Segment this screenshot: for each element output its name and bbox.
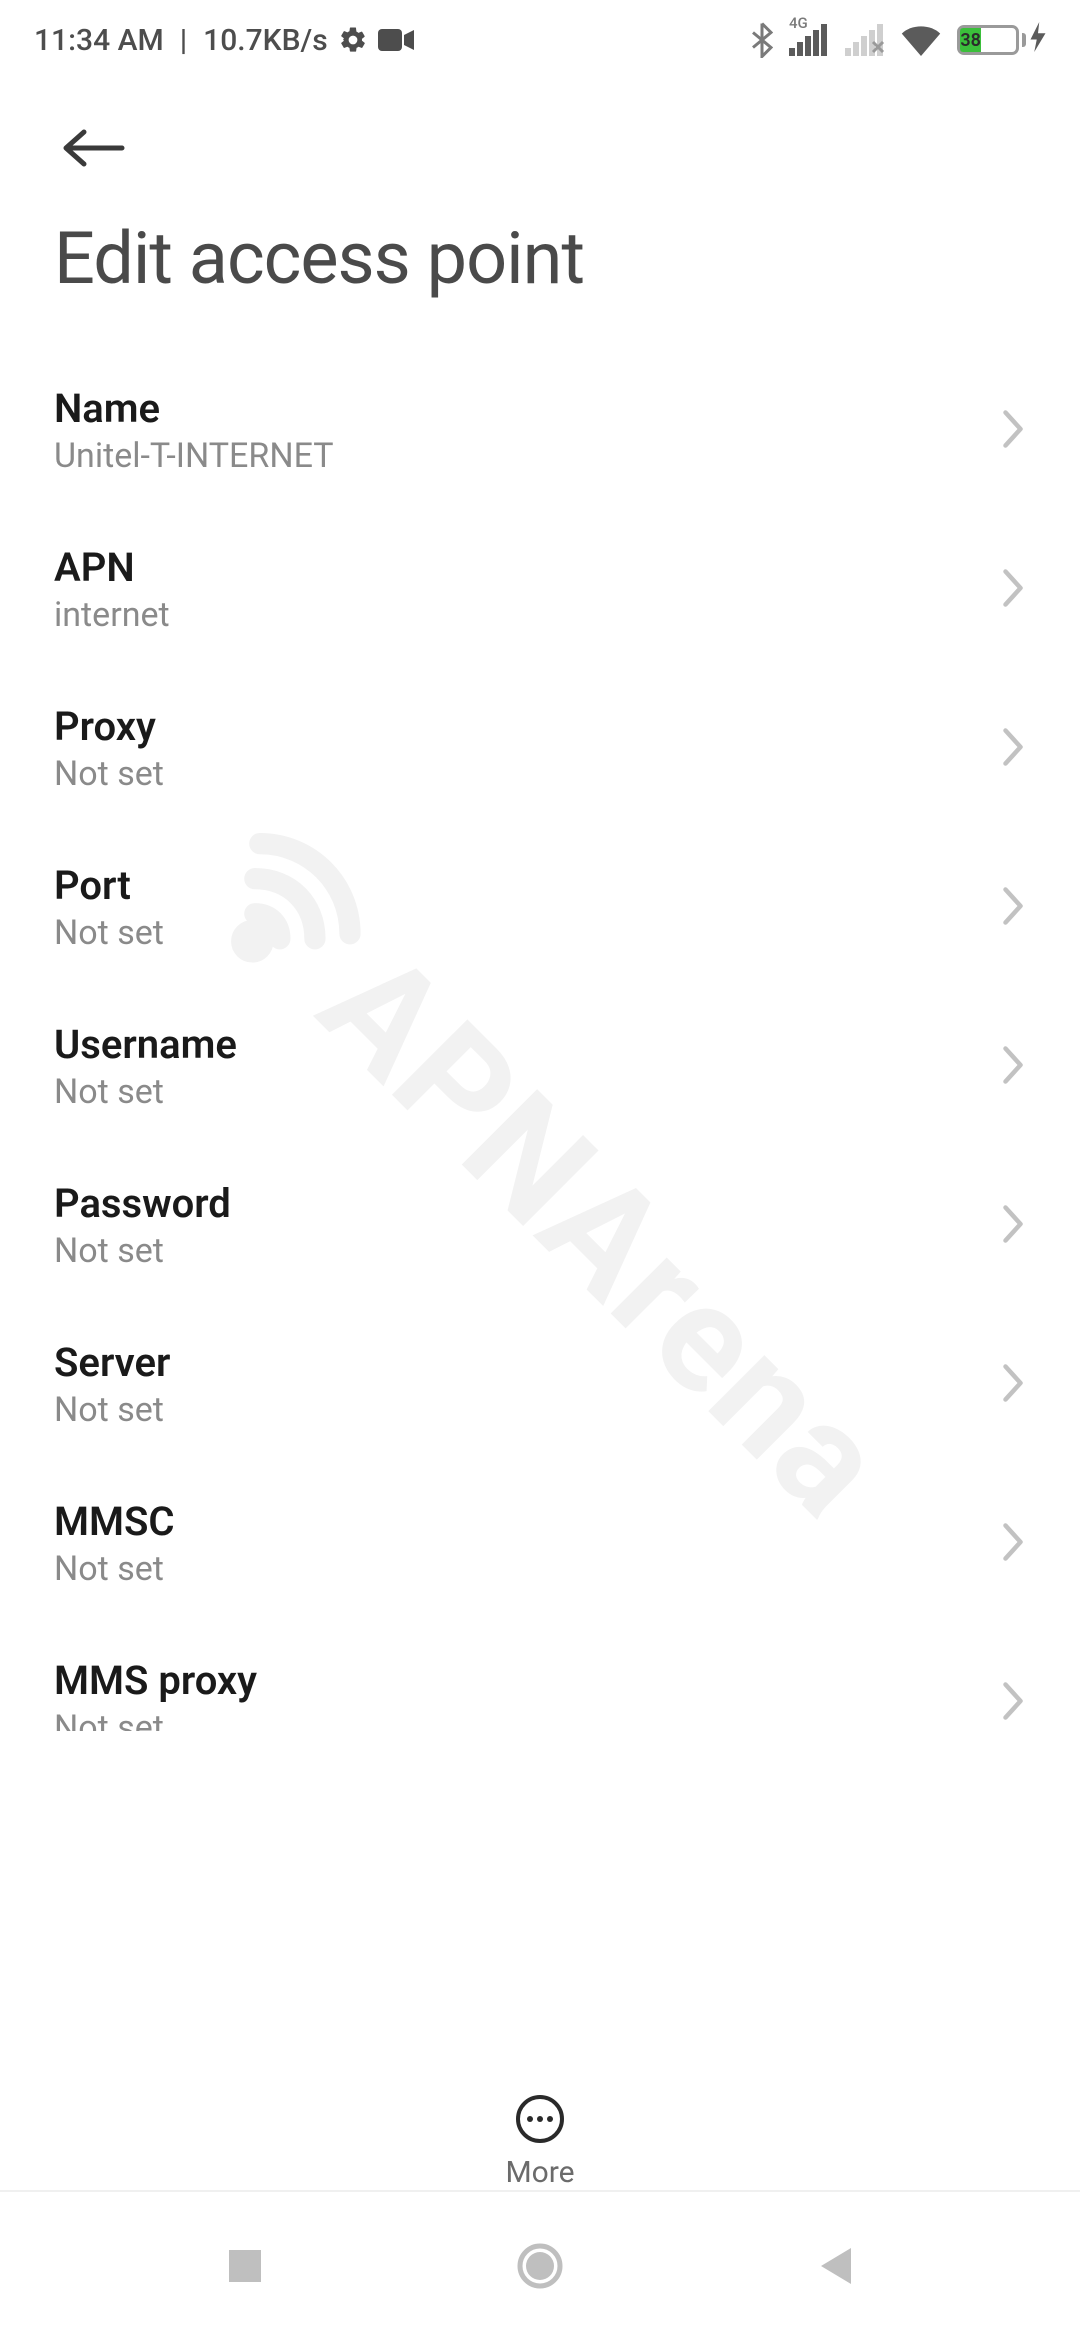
setting-value: Not set: [54, 1549, 175, 1589]
setting-username[interactable]: Username Not set: [0, 987, 1080, 1146]
bluetooth-icon: [751, 22, 773, 58]
battery-percentage: 38: [960, 28, 981, 52]
page-title: Edit access point: [54, 216, 1026, 301]
nav-back-button[interactable]: [815, 2244, 855, 2288]
setting-label: Username: [54, 1021, 237, 1068]
setting-mmsc[interactable]: MMSC Not set: [0, 1464, 1080, 1623]
status-right: 4G 38: [751, 22, 1046, 58]
wifi-icon: [901, 24, 941, 56]
signal-sim2: [845, 24, 885, 56]
setting-value: Not set: [54, 1231, 231, 1271]
setting-value: Not set: [54, 1708, 257, 1731]
back-button[interactable]: [54, 120, 132, 176]
setting-proxy[interactable]: Proxy Not set: [0, 669, 1080, 828]
chevron-right-icon: [1000, 1680, 1026, 1726]
setting-port[interactable]: Port Not set: [0, 828, 1080, 987]
system-nav-bar: [0, 2190, 1080, 2340]
chevron-right-icon: [1000, 885, 1026, 931]
nav-recent-button[interactable]: [225, 2246, 265, 2286]
setting-value: Not set: [54, 1390, 170, 1430]
chevron-right-icon: [1000, 408, 1026, 454]
setting-label: Name: [54, 385, 334, 432]
chevron-right-icon: [1000, 1521, 1026, 1567]
setting-label: MMS proxy: [54, 1657, 257, 1704]
battery-indicator: 38: [957, 22, 1046, 58]
status-divider: |: [180, 23, 187, 58]
setting-apn[interactable]: APN internet: [0, 510, 1080, 669]
nav-home-button[interactable]: [514, 2240, 566, 2292]
setting-label: Port: [54, 862, 164, 909]
setting-value: Unitel-T-INTERNET: [54, 436, 334, 476]
chevron-right-icon: [1000, 1362, 1026, 1408]
chevron-right-icon: [1000, 567, 1026, 613]
gear-icon: [338, 25, 368, 55]
setting-server[interactable]: Server Not set: [0, 1305, 1080, 1464]
status-left: 11:34 AM | 10.7KB/s: [34, 23, 414, 58]
video-icon: [378, 27, 414, 53]
chevron-right-icon: [1000, 1044, 1026, 1090]
setting-value: Not set: [54, 754, 164, 794]
charging-icon: [1030, 22, 1046, 58]
setting-value: Not set: [54, 913, 164, 953]
setting-mms-proxy[interactable]: MMS proxy Not set: [0, 1623, 1080, 1731]
app-header: Edit access point: [0, 80, 1080, 311]
bottom-toolbar: More: [0, 2073, 1080, 2190]
list-fade-mask: [0, 1930, 1080, 2010]
settings-list: Name Unitel-T-INTERNET APN internet Prox…: [0, 311, 1080, 1731]
chevron-right-icon: [1000, 1203, 1026, 1249]
setting-value: internet: [54, 595, 170, 635]
signal-sim1: 4G: [789, 24, 829, 56]
more-label: More: [505, 2155, 574, 2190]
setting-label: APN: [54, 544, 170, 591]
status-time: 11:34 AM: [34, 23, 164, 58]
chevron-right-icon: [1000, 726, 1026, 772]
setting-value: Not set: [54, 1072, 237, 1112]
scroll-area[interactable]: Name Unitel-T-INTERNET APN internet Prox…: [0, 311, 1080, 1731]
setting-label: Proxy: [54, 703, 164, 750]
more-button[interactable]: More: [505, 2093, 574, 2190]
setting-label: MMSC: [54, 1498, 175, 1545]
signal-4g-label: 4G: [789, 14, 808, 32]
status-bar: 11:34 AM | 10.7KB/s 4G 38: [0, 0, 1080, 80]
setting-password[interactable]: Password Not set: [0, 1146, 1080, 1305]
status-data-rate: 10.7KB/s: [203, 23, 328, 58]
setting-label: Server: [54, 1339, 170, 1386]
setting-label: Password: [54, 1180, 231, 1227]
setting-name[interactable]: Name Unitel-T-INTERNET: [0, 351, 1080, 510]
